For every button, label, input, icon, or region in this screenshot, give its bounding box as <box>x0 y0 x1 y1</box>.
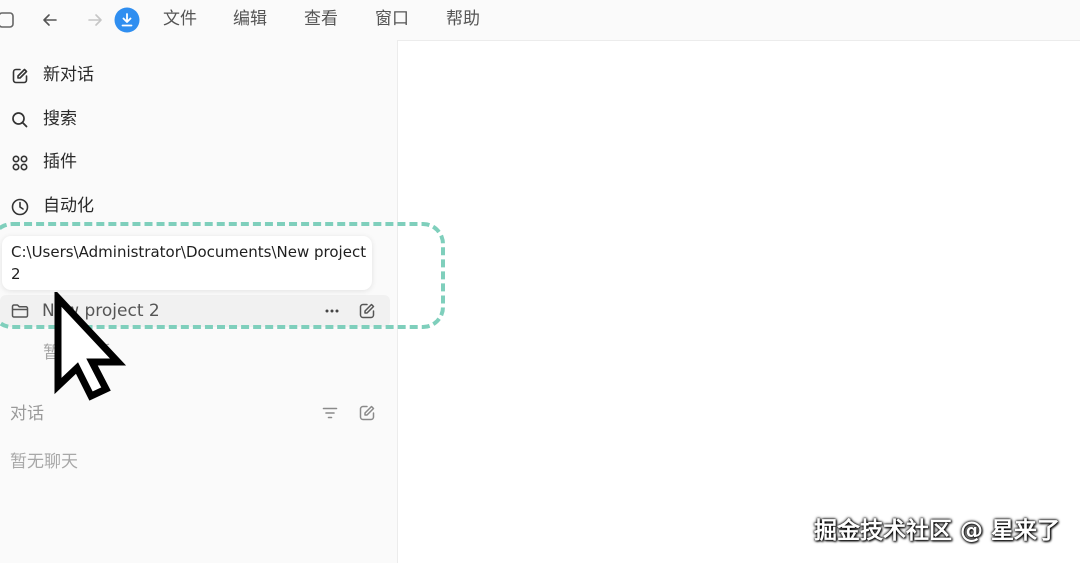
arrow-right-icon[interactable] <box>82 7 108 33</box>
sidebar-item-label: 插件 <box>43 152 77 172</box>
edit-icon[interactable] <box>356 402 378 424</box>
path-tooltip: C:\Users\Administrator\Documents\New pro… <box>2 236 372 290</box>
sidebar-toggle-icon[interactable] <box>0 7 20 33</box>
search-icon <box>10 110 30 130</box>
sidebar-item-label: 新对话 <box>43 65 94 85</box>
main-content <box>398 41 1080 563</box>
arrow-left-icon[interactable] <box>37 7 63 33</box>
title-bar: 文件 编辑 查看 窗口 帮助 <box>0 0 1080 40</box>
edit-icon <box>10 66 30 86</box>
sidebar-item-label: 自动化 <box>43 196 94 216</box>
menu-file[interactable]: 文件 <box>163 8 197 30</box>
sidebar-item-automation[interactable]: 自动化 <box>0 190 390 222</box>
chats-empty-text: 暂无聊天 <box>10 452 78 472</box>
download-icon[interactable] <box>114 7 140 33</box>
folder-icon <box>9 300 31 322</box>
plugins-icon <box>10 153 30 173</box>
watermark: 掘金技术社区 @ 星来了 <box>813 518 1060 544</box>
chats-section-title: 对话 <box>10 404 44 424</box>
menu-view[interactable]: 查看 <box>304 8 338 30</box>
sidebar-item-search[interactable]: 搜索 <box>0 103 390 135</box>
project-empty-text: 暂无对话 <box>43 343 111 363</box>
sidebar-item-label: 搜索 <box>43 109 77 129</box>
sidebar-item-new-chat[interactable]: 新对话 <box>0 59 390 91</box>
menu-window[interactable]: 窗口 <box>375 8 409 30</box>
sidebar-item-project[interactable]: New project 2 <box>0 295 390 327</box>
filter-icon[interactable] <box>319 402 341 424</box>
clock-icon <box>10 197 30 217</box>
tooltip-path-continued: 2 <box>11 265 21 283</box>
more-icon[interactable] <box>321 300 343 322</box>
menu-help[interactable]: 帮助 <box>446 8 480 30</box>
menu-edit[interactable]: 编辑 <box>233 8 267 30</box>
edit-icon[interactable] <box>356 300 378 322</box>
tooltip-path: C:\Users\Administrator\Documents\New pro… <box>11 243 367 261</box>
sidebar-item-plugins[interactable]: 插件 <box>0 146 390 178</box>
project-name: New project 2 <box>42 301 160 321</box>
